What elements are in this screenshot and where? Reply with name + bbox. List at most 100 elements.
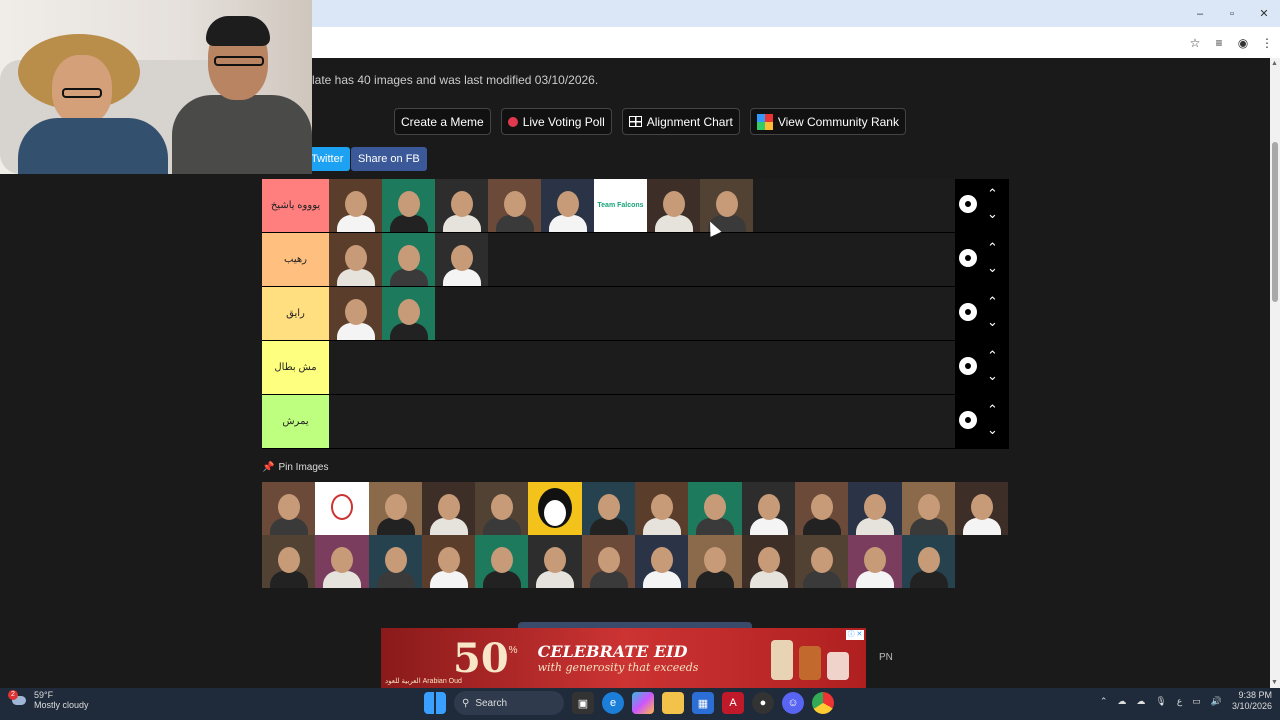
tier-image[interactable] — [262, 535, 316, 588]
display-icon[interactable]: ▭ — [1192, 696, 1201, 707]
tier-image[interactable] — [315, 482, 369, 535]
tier-image[interactable] — [368, 482, 422, 535]
discord-icon[interactable]: ☺ — [782, 692, 804, 714]
tier-image[interactable] — [382, 287, 435, 340]
adobe-icon[interactable]: A — [722, 692, 744, 714]
chevron-down-icon[interactable]: ⌄ — [987, 261, 998, 274]
tier-image[interactable] — [581, 535, 636, 588]
tier-image[interactable] — [688, 535, 742, 588]
microphone-icon[interactable]: 🎙 — [1155, 696, 1166, 707]
tier-image[interactable] — [329, 179, 382, 232]
edge-icon[interactable]: e — [602, 692, 624, 714]
tier-image[interactable] — [329, 233, 382, 286]
taskbar-search[interactable]: ⚲ Search — [454, 691, 564, 715]
tier-image[interactable] — [488, 179, 541, 232]
copilot-icon[interactable] — [632, 692, 654, 714]
tier-image[interactable] — [421, 482, 476, 535]
tier-items[interactable] — [329, 395, 955, 448]
cloud-sync-icon[interactable]: ☁ — [1136, 696, 1145, 707]
chevron-down-icon[interactable]: ⌄ — [987, 423, 998, 436]
tier-image[interactable] — [848, 535, 902, 588]
tier-image[interactable] — [421, 535, 476, 588]
tier-image[interactable] — [848, 482, 902, 535]
scrollbar-thumb[interactable] — [1272, 142, 1278, 302]
chevron-up-icon[interactable]: ⌃ — [987, 295, 998, 308]
volume-icon[interactable]: 🔊 — [1211, 696, 1222, 707]
media-icon[interactable]: ≡ — [1212, 36, 1226, 50]
tier-image[interactable] — [528, 535, 582, 588]
language-indicator[interactable]: ع — [1177, 696, 1182, 707]
onedrive-icon[interactable]: ☁ — [1117, 696, 1126, 707]
windows-start-icon[interactable] — [424, 692, 446, 714]
tier-items[interactable] — [329, 341, 955, 394]
scroll-down-icon[interactable]: ▼ — [1271, 679, 1278, 686]
star-icon[interactable]: ☆ — [1188, 36, 1202, 50]
tier-image[interactable] — [635, 482, 689, 535]
team-logo-image[interactable]: Team Falcons — [594, 179, 647, 232]
tier-image[interactable] — [262, 482, 316, 535]
gear-icon[interactable] — [959, 411, 977, 429]
tier-image[interactable] — [635, 535, 689, 588]
tier-image[interactable] — [794, 535, 849, 588]
weather-widget[interactable]: 2 59°F Mostly cloudy — [8, 690, 89, 710]
gear-icon[interactable] — [959, 195, 977, 213]
tier-label[interactable]: رايق — [262, 287, 329, 340]
tier-image[interactable] — [901, 535, 955, 588]
chevron-up-icon[interactable]: ⌃ — [987, 187, 998, 200]
tier-image[interactable] — [329, 287, 382, 340]
tier-image[interactable] — [475, 482, 529, 535]
maximize-button[interactable]: ▫ — [1216, 0, 1248, 27]
tier-image[interactable] — [528, 482, 582, 535]
ad-banner[interactable]: العربية للعود Arabian Oud 50% CELEBRATE … — [381, 628, 866, 688]
create-meme-button[interactable]: Create a Meme — [394, 108, 491, 135]
tier-items[interactable] — [329, 287, 955, 340]
tier-label[interactable]: رهيب — [262, 233, 329, 286]
chevron-down-icon[interactable]: ⌄ — [987, 315, 998, 328]
share-facebook-button[interactable]: Share on FB — [351, 147, 427, 171]
chrome-icon[interactable] — [812, 692, 834, 714]
tier-image[interactable] — [901, 482, 955, 535]
tier-image[interactable] — [475, 535, 529, 588]
chevron-up-icon[interactable]: ⌃ — [987, 349, 998, 362]
chevron-up-icon[interactable]: ⌃ — [987, 403, 998, 416]
close-button[interactable]: ✕ — [1248, 0, 1280, 27]
chevron-up-icon[interactable]: ⌃ — [1100, 696, 1108, 707]
chevron-down-icon[interactable]: ⌄ — [987, 207, 998, 220]
tier-image[interactable] — [954, 482, 1009, 535]
clock[interactable]: 9:38 PM 3/10/2026 — [1232, 690, 1272, 712]
menu-icon[interactable]: ⋮ — [1260, 36, 1274, 50]
file-explorer-icon[interactable] — [662, 692, 684, 714]
tier-label[interactable]: يمرش — [262, 395, 329, 448]
tier-image[interactable] — [794, 482, 849, 535]
tier-items[interactable]: Team Falcons — [329, 179, 955, 232]
tier-label[interactable]: يوووه ياشيخ — [262, 179, 329, 232]
tier-items[interactable] — [329, 233, 955, 286]
tier-image[interactable] — [741, 482, 795, 535]
gear-icon[interactable] — [959, 303, 977, 321]
tier-image[interactable] — [435, 179, 488, 232]
pin-images-toggle[interactable]: 📌 Pin Images — [262, 462, 328, 473]
ad-choices-icon[interactable]: ⓘ ✕ — [846, 630, 864, 640]
store-icon[interactable]: ▦ — [692, 692, 714, 714]
tier-image[interactable] — [688, 482, 742, 535]
tier-image[interactable] — [382, 233, 435, 286]
task-view-icon[interactable]: ▣ — [572, 692, 594, 714]
live-voting-button[interactable]: Live Voting Poll — [500, 108, 612, 135]
obs-icon[interactable]: ● — [752, 692, 774, 714]
profile-icon[interactable]: ◉ — [1236, 36, 1250, 50]
tier-image[interactable] — [741, 535, 795, 588]
tier-image[interactable] — [315, 535, 369, 588]
gear-icon[interactable] — [959, 249, 977, 267]
tier-image[interactable] — [581, 482, 636, 535]
tier-image[interactable] — [435, 233, 488, 286]
page-scrollbar[interactable]: ▲ ▼ — [1270, 58, 1280, 688]
tier-image[interactable] — [368, 535, 422, 588]
community-rank-button[interactable]: View Community Rank — [749, 108, 906, 135]
minimize-button[interactable]: – — [1184, 0, 1216, 27]
gear-icon[interactable] — [959, 357, 977, 375]
tier-image[interactable] — [541, 179, 594, 232]
chevron-down-icon[interactable]: ⌄ — [987, 369, 998, 382]
chevron-up-icon[interactable]: ⌃ — [987, 241, 998, 254]
alignment-chart-button[interactable]: Alignment Chart — [621, 108, 740, 135]
tier-image[interactable] — [647, 179, 700, 232]
